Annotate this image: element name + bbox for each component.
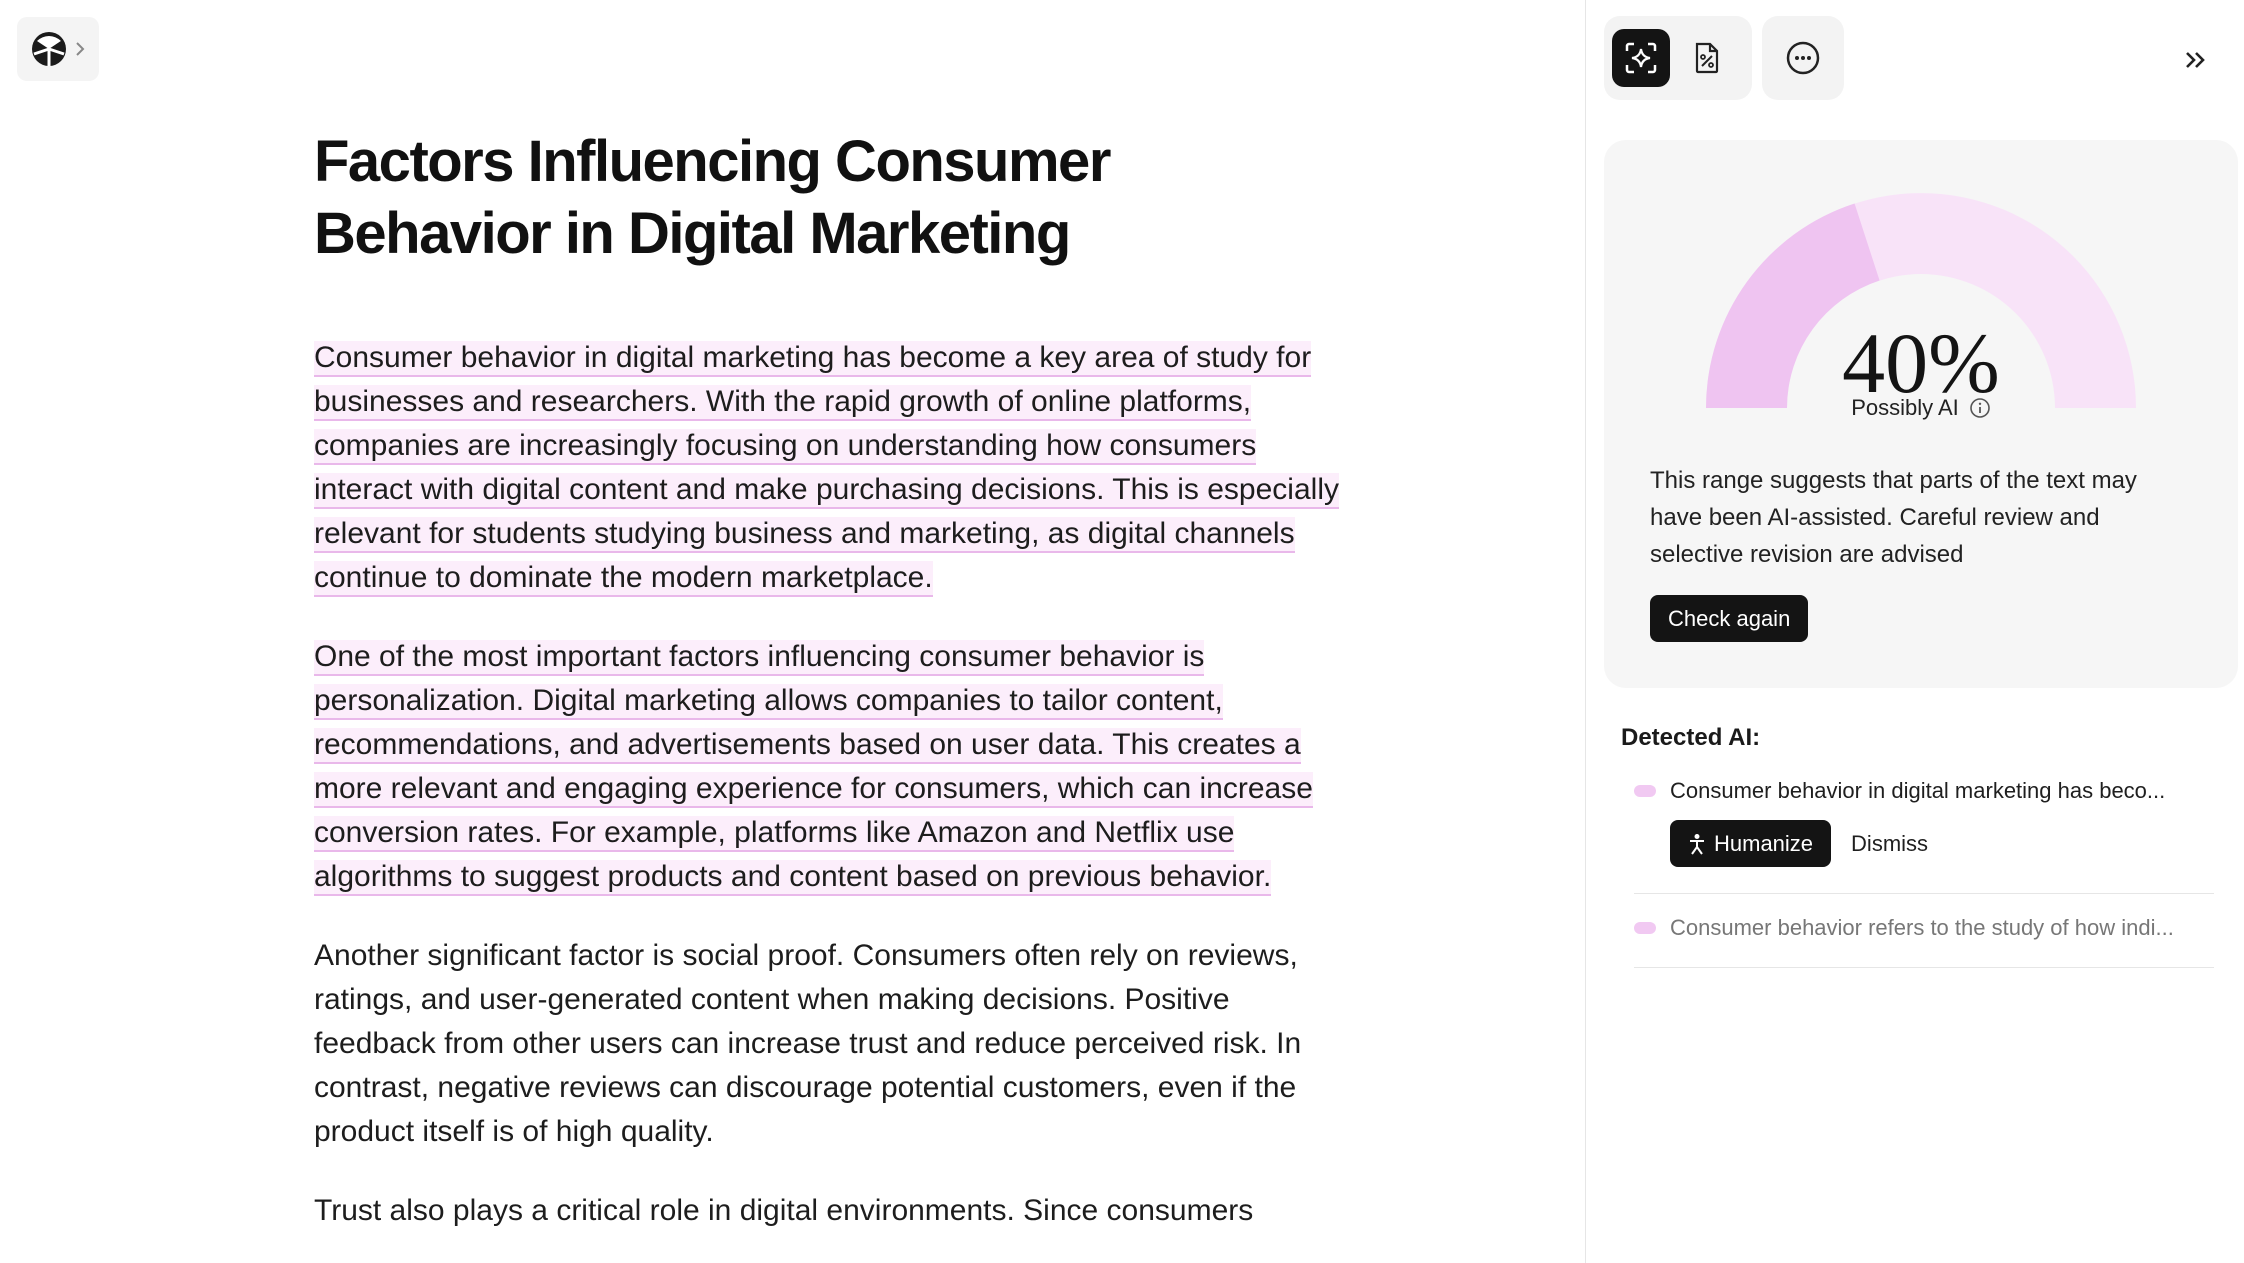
paragraph-4[interactable]: Trust also plays a critical role in digi… <box>314 1189 1354 1233</box>
humanize-button[interactable]: Humanize <box>1670 820 1832 867</box>
humanize-label: Humanize <box>1714 830 1814 856</box>
app-menu-button[interactable] <box>17 17 99 81</box>
paragraph-text: Another significant factor is social pro… <box>314 939 1302 1148</box>
paragraph-3[interactable]: Another significant factor is social pro… <box>314 934 1354 1154</box>
score-description: This range suggests that parts of the te… <box>1650 467 2137 568</box>
flagged-text[interactable]: Consumer behavior in digital marketing h… <box>314 341 1339 597</box>
app-logo-icon <box>32 32 66 66</box>
more-icon <box>1786 41 1820 75</box>
mode-switcher <box>1604 16 1752 100</box>
dismiss-button[interactable]: Dismiss <box>1851 831 1928 857</box>
editor: Factors Influencing Consumer Behavior in… <box>0 0 1585 1263</box>
paragraph-1[interactable]: Consumer behavior in digital marketing h… <box>314 336 1354 600</box>
info-icon[interactable] <box>1969 397 1991 419</box>
item-separator <box>1634 967 2214 968</box>
paragraph-2[interactable]: One of the most important factors influe… <box>314 635 1354 899</box>
verdict-label: Possibly AI <box>1851 395 1959 420</box>
detected-item-text[interactable]: Consumer behavior in digital marketing h… <box>1670 778 2165 804</box>
document-percent-icon <box>1695 42 1719 74</box>
highlight-dot-icon <box>1634 785 1656 797</box>
ai-detector-icon <box>1625 42 1657 74</box>
detected-item[interactable]: Consumer behavior in digital marketing h… <box>1634 778 2214 894</box>
collapse-double-chevron-icon <box>2186 52 2205 68</box>
ai-detector-panel: 40% Possibly AI This range suggests that… <box>1586 0 2244 1263</box>
plagiarism-tab[interactable] <box>1678 29 1736 87</box>
document: Factors Influencing Consumer Behavior in… <box>314 126 1354 1233</box>
paragraph-text: Trust also plays a critical role in digi… <box>314 1194 1254 1227</box>
chevron-right-icon <box>76 42 85 56</box>
highlight-dot-icon <box>1634 922 1656 934</box>
document-title[interactable]: Factors Influencing Consumer Behavior in… <box>314 126 1354 270</box>
score-verdict: Possibly AI <box>1604 395 2238 421</box>
detected-ai-heading: Detected AI: <box>1621 724 1761 751</box>
ai-detector-tab[interactable] <box>1612 29 1670 87</box>
item-separator <box>1634 893 2214 894</box>
flagged-text[interactable]: One of the most important factors influe… <box>314 640 1313 896</box>
person-icon <box>1690 833 1704 855</box>
detected-item-text[interactable]: Consumer behavior refers to the study of… <box>1670 915 2174 941</box>
score-card: 40% Possibly AI This range suggests that… <box>1604 140 2238 688</box>
more-options-button[interactable] <box>1762 16 1844 100</box>
check-again-button[interactable]: Check again <box>1650 595 1809 642</box>
collapse-panel-button[interactable] <box>2176 40 2216 80</box>
detected-item[interactable]: Consumer behavior refers to the study of… <box>1634 915 2214 968</box>
